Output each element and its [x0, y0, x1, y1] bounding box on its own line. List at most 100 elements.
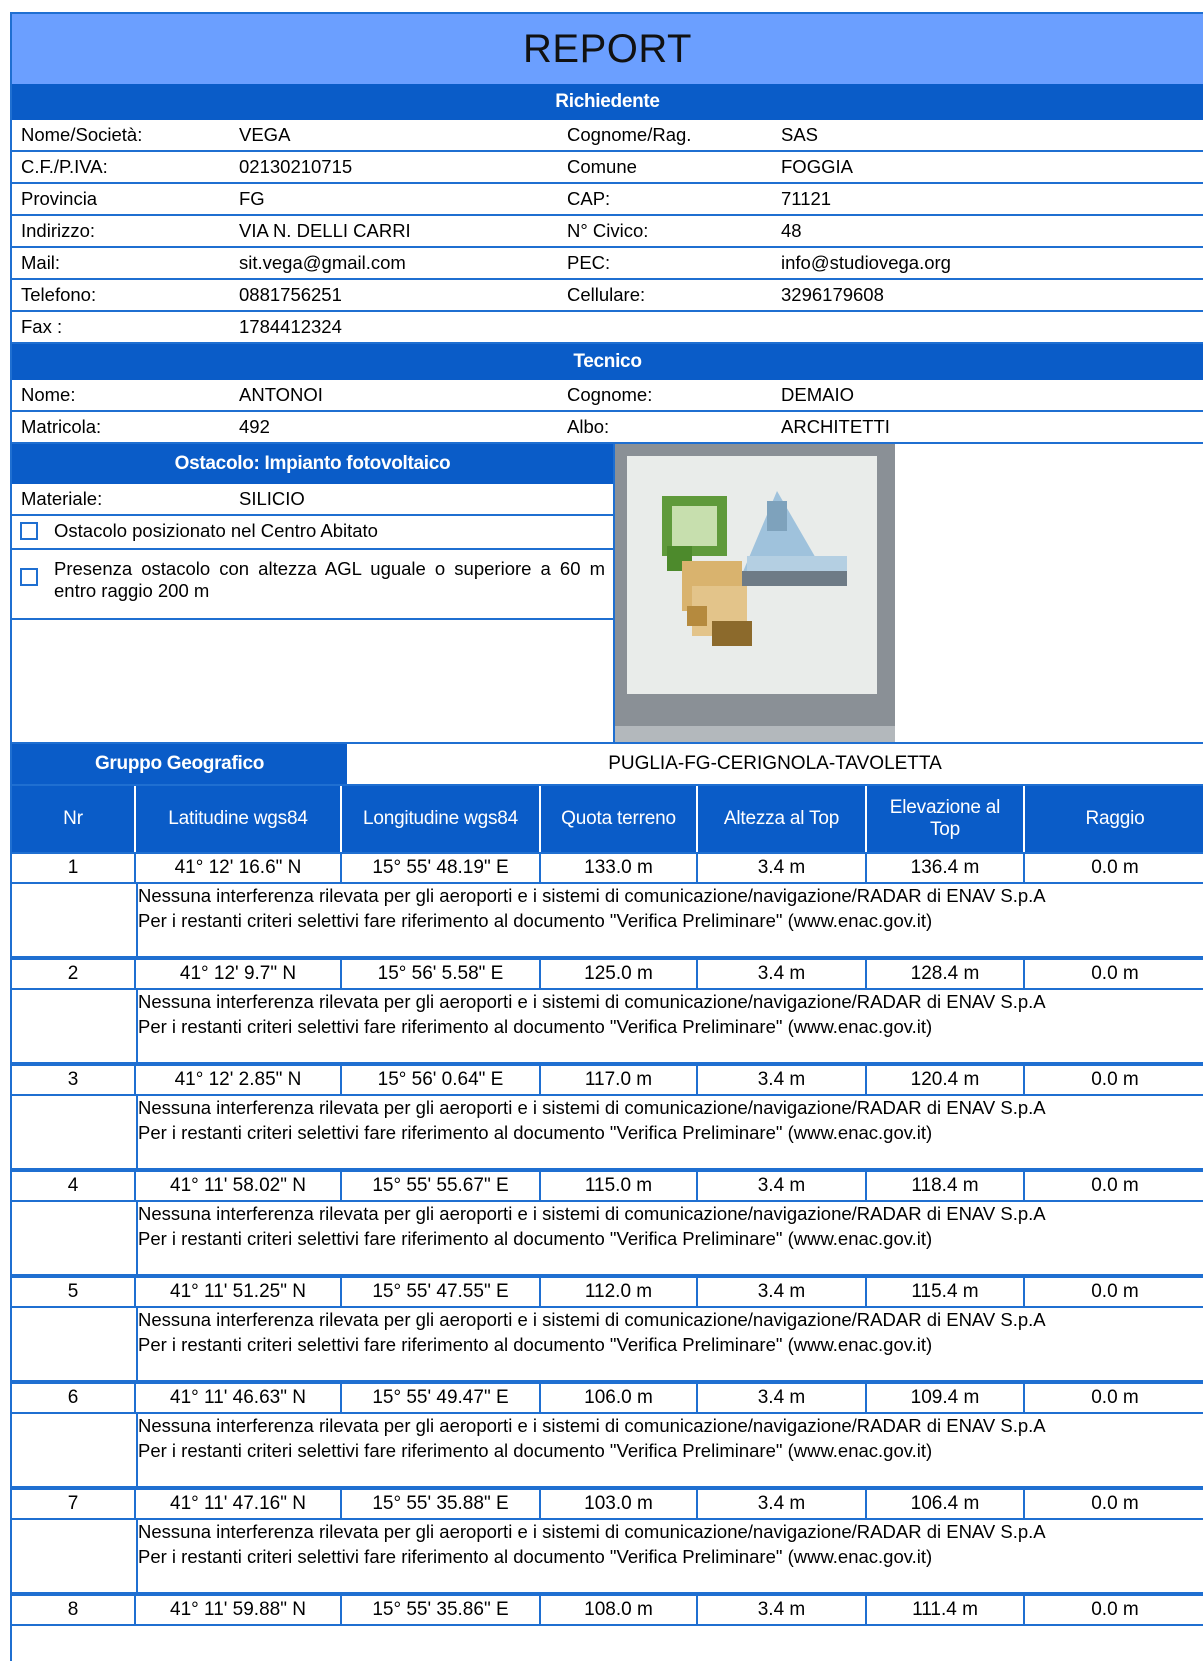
point-note: Nessuna interferenza rilevata per gli ae… — [138, 1307, 1046, 1357]
richiedente-value: 0881756251 — [239, 284, 342, 305]
tecnico-row: Matricola: 492 Albo: ARCHITETTI — [12, 412, 1203, 444]
report-title: REPORT — [12, 14, 1203, 84]
richiedente-value: 02130210715 — [239, 156, 353, 177]
tecnico-header: Tecnico — [12, 344, 1203, 380]
richiedente-label2: Cellulare: — [567, 284, 646, 305]
richiedente-value: VEGA — [239, 124, 291, 145]
ostacolo-header: Ostacolo: Impianto fotovoltaico — [12, 444, 613, 484]
point-raggio: 0.0 m — [1091, 857, 1139, 878]
richiedente-value: 1784412324 — [239, 316, 342, 337]
point-row: 4 41° 11' 58.02" N 15° 55' 55.67" E 115.0 m… — [12, 1170, 1203, 1202]
point-note: Nessuna interferenza rilevata per gli ae… — [138, 1519, 1046, 1569]
point-row: 8 41° 11' 59.88" N 15° 55' 35.86" E 108.0 m… — [12, 1594, 1203, 1626]
point-block: 5 41° 11' 51.25" N 15° 55' 47.55" E 112.0 m… — [12, 1276, 1203, 1382]
point-quota-terreno: 133.0 m — [541, 854, 698, 882]
point-raggio: 0.0 m — [1091, 963, 1139, 984]
obstacle-pixel-icon — [662, 491, 847, 646]
richiedente-label2: N° Civico: — [567, 220, 649, 241]
tecnico-value: 492 — [239, 416, 270, 437]
note-line-enav: Nessuna interferenza rilevata per gli ae… — [138, 1309, 1046, 1330]
point-elevazione-top: 109.4 m — [867, 1384, 1025, 1412]
tecnico-value2: ARCHITETTI — [781, 416, 890, 437]
point-row: 5 41° 11' 51.25" N 15° 55' 47.55" E 112.0 m… — [12, 1276, 1203, 1308]
agl-checkbox[interactable] — [20, 568, 38, 586]
note-line-enac: Per i restanti criteri selettivi fare ri… — [138, 1334, 933, 1355]
richiedente-value2: info@studiovega.org — [781, 252, 951, 273]
point-latitude: 41° 11' 59.88" N — [136, 1596, 342, 1624]
richiedente-label2: CAP: — [567, 188, 611, 209]
material-label: Materiale: — [21, 488, 103, 509]
report-page: REPORT Richiedente Nome/Società: VEGA Cogn… — [10, 12, 1203, 1661]
richiedente-value: sit.vega@gmail.com — [239, 252, 406, 273]
richiedente-label: C.F./P.IVA: — [21, 156, 108, 177]
tecnico-label: Matricola: — [21, 416, 102, 437]
ostacolo-section: Ostacolo: Impianto fotovoltaico Material… — [12, 444, 1203, 742]
point-elevazione-top: 118.4 m — [867, 1172, 1025, 1200]
point-quota-terreno: 125.0 m — [541, 960, 698, 988]
point-note: Nessuna interferenza rilevata per gli ae… — [138, 883, 1046, 933]
column-header-elevazione-top: Elevazione al Top — [867, 786, 1025, 852]
richiedente-row: C.F./P.IVA: 02130210715 Comune FOGGIA — [12, 152, 1203, 184]
point-elevazione-top: 128.4 m — [867, 960, 1025, 988]
obstacle-icon — [627, 456, 877, 694]
gruppo-geografico-row: Gruppo Geografico PUGLIA-FG-CERIGNOLA-TA… — [12, 742, 1203, 786]
point-elevazione-top: 120.4 m — [867, 1066, 1025, 1094]
tecnico-label2: Albo: — [567, 416, 610, 437]
richiedente-row: Mail: sit.vega@gmail.com PEC: info@studiove… — [12, 248, 1203, 280]
point-nr: 5 — [12, 1278, 136, 1306]
richiedente-row: Fax : 1784412324 — [12, 312, 1203, 344]
point-row: 1 41° 12' 16.6" N 15° 55' 48.19" E 133.0 m3… — [12, 852, 1203, 884]
point-elevazione-top: 136.4 m — [867, 854, 1025, 882]
obstacle-image — [615, 444, 895, 742]
point-raggio: 0.0 m — [1091, 1281, 1139, 1302]
point-row: 6 41° 11' 46.63" N 15° 55' 49.47" E 106.0 m… — [12, 1382, 1203, 1414]
point-block: 2 41° 12' 9.7" N 15° 56' 5.58" E 125.0 m 3.4… — [12, 958, 1203, 1064]
column-header-altezza-top: Altezza al Top — [698, 786, 867, 852]
richiedente-label: Provincia — [21, 188, 98, 209]
point-latitude: 41° 12' 2.85" N — [136, 1066, 342, 1094]
note-line-enav: Nessuna interferenza rilevata per gli ae… — [138, 885, 1046, 906]
point-quota-terreno: 106.0 m — [541, 1384, 698, 1412]
point-nr: 8 — [12, 1596, 136, 1624]
point-block: 3 41° 12' 2.85" N 15° 56' 0.64" E 117.0 m 3.… — [12, 1064, 1203, 1170]
richiedente-row: Provincia FG CAP: 71121 — [12, 184, 1203, 216]
richiedente-row: Telefono: 0881756251 Cellulare: 3296179608 — [12, 280, 1203, 312]
richiedente-label: Nome/Società: — [21, 124, 143, 145]
point-altezza-top: 3.4 m — [698, 1278, 867, 1306]
note-line-enav: Nessuna interferenza rilevata per gli ae… — [138, 1203, 1046, 1224]
column-header-quota-terreno: Quota terreno — [541, 786, 698, 852]
point-latitude: 41° 11' 51.25" N — [136, 1278, 342, 1306]
point-quota-terreno: 112.0 m — [541, 1278, 698, 1306]
point-raggio: 0.0 m — [1091, 1493, 1139, 1514]
richiedente-row: Indirizzo: VIA N. DELLI CARRI N° Civico: 48 — [12, 216, 1203, 248]
note-line-enav: Nessuna interferenza rilevata per gli ae… — [138, 991, 1046, 1012]
point-note: Nessuna interferenza rilevata per gli ae… — [138, 1095, 1046, 1145]
richiedente-value2: FOGGIA — [781, 156, 853, 177]
point-longitude: 15° 55' 48.19" E — [342, 854, 541, 882]
point-quota-terreno: 117.0 m — [541, 1066, 698, 1094]
point-altezza-top: 3.4 m — [698, 960, 867, 988]
point-nr: 4 — [12, 1172, 136, 1200]
richiedente-label2: PEC: — [567, 252, 611, 273]
point-row: 3 41° 12' 2.85" N 15° 56' 0.64" E 117.0 m 3.… — [12, 1064, 1203, 1096]
point-altezza-top: 3.4 m — [698, 1596, 867, 1624]
point-block: 4 41° 11' 58.02" N 15° 55' 55.67" E 115.0 m… — [12, 1170, 1203, 1276]
tecnico-label2: Cognome: — [567, 384, 653, 405]
point-altezza-top: 3.4 m — [698, 854, 867, 882]
point-longitude: 15° 56' 5.58" E — [342, 960, 541, 988]
point-raggio: 0.0 m — [1091, 1599, 1139, 1620]
point-quota-terreno: 103.0 m — [541, 1490, 698, 1518]
richiedente-label: Telefono: — [21, 284, 97, 305]
note-line-enac: Per i restanti criteri selettivi fare ri… — [138, 1228, 933, 1249]
centro-abitato-checkbox[interactable] — [20, 522, 38, 540]
point-latitude: 41° 11' 46.63" N — [136, 1384, 342, 1412]
point-elevazione-top: 106.4 m — [867, 1490, 1025, 1518]
tecnico-section: Nome: ANTONOI Cognome: DEMAIO Matricola: 492 A… — [12, 380, 1203, 444]
richiedente-label: Mail: — [21, 252, 61, 273]
richiedente-section: Nome/Società: VEGA Cognome/Rag. SAS C.F./P.I… — [12, 120, 1203, 344]
point-altezza-top: 3.4 m — [698, 1490, 867, 1518]
material-value: SILICIO — [239, 488, 305, 509]
column-header-raggio: Raggio — [1085, 808, 1145, 829]
point-block: 7 41° 11' 47.16" N 15° 55' 35.88" E 103.0 m… — [12, 1488, 1203, 1594]
point-elevazione-top: 111.4 m — [867, 1596, 1025, 1624]
